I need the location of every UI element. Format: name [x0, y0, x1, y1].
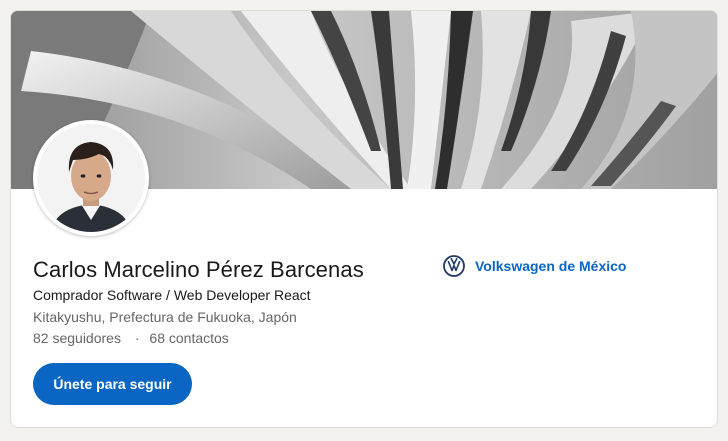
profile-location: Kitakyushu, Prefectura de Fukuoka, Japón	[33, 309, 297, 325]
profile-avatar[interactable]	[33, 120, 149, 236]
profile-stats: 82 seguidores · 68 contactos	[33, 330, 229, 346]
connections-count: 68 contactos	[149, 330, 229, 346]
profile-name: Carlos Marcelino Pérez Barcenas	[33, 257, 364, 282]
followers-count: 82 seguidores	[33, 330, 121, 346]
volkswagen-logo-icon	[443, 255, 465, 277]
current-company-link[interactable]: Volkswagen de México	[443, 255, 626, 277]
stats-separator: ·	[134, 330, 140, 346]
join-to-follow-button[interactable]: Únete para seguir	[33, 363, 192, 405]
profile-headline: Comprador Software / Web Developer React	[33, 287, 311, 303]
company-name: Volkswagen de México	[475, 258, 627, 274]
profile-card: Carlos Marcelino Pérez Barcenas Comprado…	[10, 10, 718, 428]
avatar-photo	[37, 124, 145, 232]
